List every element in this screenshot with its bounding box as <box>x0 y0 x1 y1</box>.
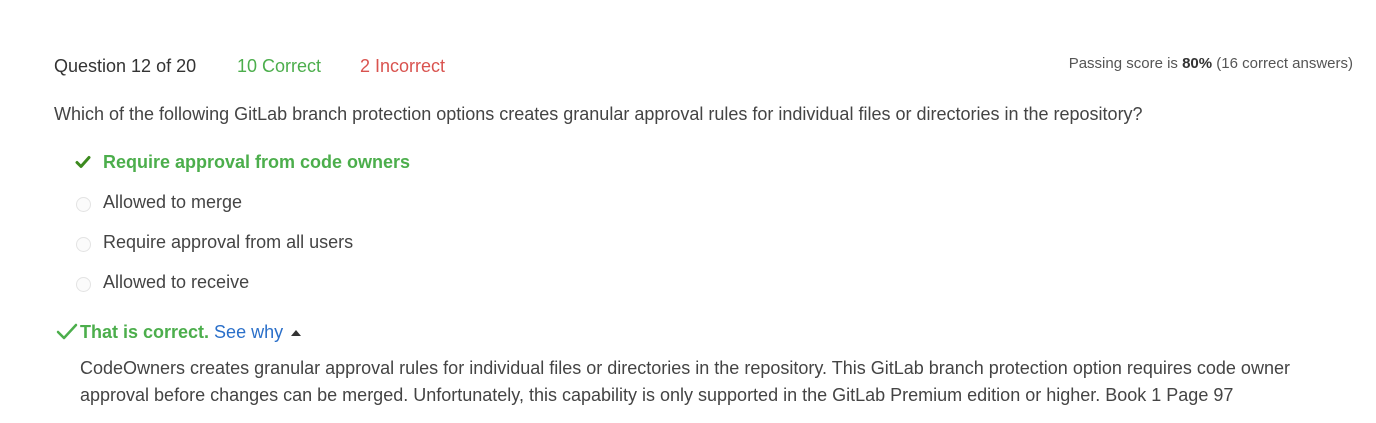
radio-empty-icon[interactable] <box>75 234 91 252</box>
answer-option-label: Require approval from code owners <box>103 152 411 172</box>
radio-empty-icon[interactable] <box>75 274 91 292</box>
answer-option-label: Allowed to merge <box>103 192 243 212</box>
quiz-header: Question 12 of 20 10 Correct 2 Incorrect… <box>54 54 1354 78</box>
passing-percent: 80% <box>1182 55 1213 72</box>
explanation-text: CodeOwners creates granular approval rul… <box>80 358 1290 405</box>
answer-option-code-owners[interactable]: Require approval from code owners <box>75 142 410 182</box>
correct-count: 10 Correct <box>237 56 322 76</box>
passing-prefix: Passing score is <box>1068 55 1183 72</box>
incorrect-count: 2 Incorrect <box>360 56 446 76</box>
answer-option-label: Allowed to receive <box>103 272 250 292</box>
answer-options: Require approval from code owners Allowe… <box>75 142 410 302</box>
answer-option-allowed-to-merge[interactable]: Allowed to merge <box>75 182 410 222</box>
answer-feedback: That is correct. See why <box>56 320 302 344</box>
answer-option-allowed-to-receive[interactable]: Allowed to receive <box>75 262 410 302</box>
question-counter: Question 12 of 20 <box>54 56 197 76</box>
answer-option-label: Require approval from all users <box>103 232 354 252</box>
checkmark-icon <box>56 322 78 342</box>
radio-empty-icon[interactable] <box>75 194 91 212</box>
passing-score: Passing score is 80% (16 correct answers… <box>1069 54 1353 74</box>
feedback-verdict: That is correct. <box>80 321 210 342</box>
question-text: Which of the following GitLab branch pro… <box>54 104 1143 124</box>
see-why-link[interactable]: See why <box>214 322 283 343</box>
passing-suffix: (16 correct answers) <box>1212 55 1353 72</box>
answer-option-all-users[interactable]: Require approval from all users <box>75 222 410 262</box>
checkmark-icon <box>75 154 91 170</box>
caret-up-icon[interactable] <box>291 329 302 336</box>
